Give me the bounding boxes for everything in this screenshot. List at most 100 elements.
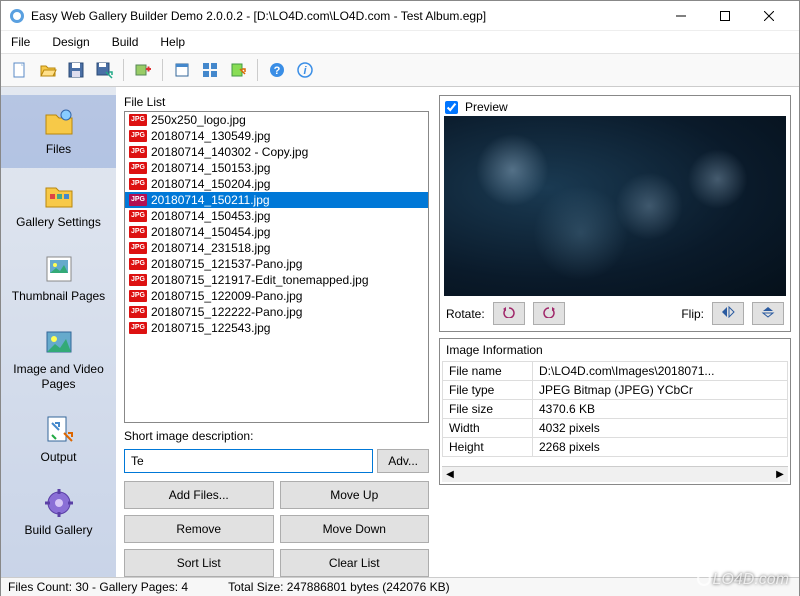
file-list-row[interactable]: JPG20180715_121537-Pano.jpg (125, 256, 428, 272)
file-list-row[interactable]: JPG 20180715_122222-Pano.jpg (125, 304, 428, 320)
file-list-row[interactable]: JPG20180714_150204.jpg (125, 176, 428, 192)
file-list-row[interactable]: JPG20180714_140302 - Copy.jpg (125, 144, 428, 160)
flip-vertical-button[interactable] (752, 302, 784, 325)
info-row: File nameD:\LO4D.com\Images\2018071... (443, 362, 788, 381)
preview-label: Preview (465, 100, 508, 114)
status-files-count: Files Count: 30 - Gallery Pages: 4 (8, 580, 188, 594)
file-name: 20180715_122009-Pano.jpg (151, 289, 302, 303)
adv-button[interactable]: Adv... (377, 449, 429, 473)
file-list-row[interactable]: JPG 20180714_130549.jpg (125, 128, 428, 144)
sidebar-item-gallery-settings[interactable]: Gallery Settings (1, 168, 116, 241)
sidebar-item-output[interactable]: Output (1, 403, 116, 476)
file-name: 20180714_150153.jpg (151, 161, 270, 175)
rotate-cw-button[interactable] (533, 302, 565, 325)
info-row: File size4370.6 KB (443, 400, 788, 419)
app-icon (9, 8, 25, 24)
help-tool[interactable]: ? (264, 57, 290, 83)
file-name: 20180715_122543.jpg (151, 321, 270, 335)
file-list-row[interactable]: JPG 20180714_150153.jpg (125, 160, 428, 176)
menu-file[interactable]: File (7, 33, 34, 51)
sidebar-item-image-video-pages[interactable]: Image and Video Pages (1, 315, 116, 403)
file-list-row[interactable]: JPG 20180715_122543.jpg (125, 320, 428, 336)
file-name: 250x250_logo.jpg (151, 113, 246, 127)
title-bar: Easy Web Gallery Builder Demo 2.0.0.2 - … (1, 1, 799, 31)
info-row: Width4032 pixels (443, 419, 788, 438)
status-total-size: Total Size: 247886801 bytes (242076 KB) (228, 580, 449, 594)
image-info-table: File nameD:\LO4D.com\Images\2018071... Fi… (442, 361, 788, 457)
info-tool[interactable]: i (292, 57, 318, 83)
remove-button[interactable]: Remove (124, 515, 274, 543)
menu-bar: File Design Build Help (1, 31, 799, 53)
file-list-row[interactable]: JPG20180714_150453.jpg (125, 208, 428, 224)
sidebar-label: Build Gallery (24, 523, 92, 537)
output-icon (42, 413, 76, 447)
description-label: Short image description: (124, 429, 429, 443)
jpg-icon: JPG (129, 130, 147, 142)
jpg-icon: JPG (129, 162, 147, 174)
clear-list-button[interactable]: Clear List (280, 549, 430, 577)
sidebar-label: Files (46, 142, 71, 156)
save-as-button[interactable] (91, 57, 117, 83)
menu-design[interactable]: Design (48, 33, 93, 51)
grid-view-tool[interactable] (197, 57, 223, 83)
file-name: 20180714_150454.jpg (151, 225, 270, 239)
jpg-icon: JPG (129, 146, 147, 158)
jpg-icon: JPG (129, 290, 147, 302)
preview-checkbox[interactable] (445, 101, 458, 114)
sort-list-button[interactable]: Sort List (124, 549, 274, 577)
info-h-scrollbar[interactable]: ◀ ▶ (442, 466, 788, 482)
move-down-button[interactable]: Move Down (280, 515, 430, 543)
rotate-ccw-button[interactable] (493, 302, 525, 325)
move-up-button[interactable]: Move Up (280, 481, 430, 509)
flip-label: Flip: (681, 307, 704, 321)
sidebar-item-thumbnail-pages[interactable]: Thumbnail Pages (1, 242, 116, 315)
scroll-left-icon[interactable]: ◀ (442, 467, 458, 483)
file-name: 20180715_122222-Pano.jpg (151, 305, 302, 319)
sidebar-label: Gallery Settings (16, 215, 101, 229)
add-files-button[interactable]: Add Files... (124, 481, 274, 509)
file-list-row[interactable]: JPG20180714_231518.jpg (125, 240, 428, 256)
menu-build[interactable]: Build (108, 33, 143, 51)
file-list-row[interactable]: JPG20180715_121917-Edit_tonemapped.jpg (125, 272, 428, 288)
scroll-right-icon[interactable]: ▶ (772, 467, 788, 483)
files-icon (42, 105, 76, 139)
file-list-row[interactable]: JPG 250x250_logo.jpg (125, 112, 428, 128)
jpg-icon: JPG (129, 226, 147, 238)
sidebar-item-files[interactable]: Files (1, 95, 116, 168)
page-view-tool[interactable] (169, 57, 195, 83)
flip-horizontal-button[interactable] (712, 302, 744, 325)
jpg-icon: JPG (129, 114, 147, 126)
open-button[interactable] (35, 57, 61, 83)
rotate-label: Rotate: (446, 307, 485, 321)
maximize-button[interactable] (703, 2, 747, 30)
file-list-row[interactable]: JPG 20180715_122009-Pano.jpg (125, 288, 428, 304)
status-bar: Files Count: 30 - Gallery Pages: 4 Total… (1, 577, 799, 596)
svg-text:i: i (303, 65, 307, 77)
file-name: 20180714_150204.jpg (151, 177, 270, 191)
close-button[interactable] (747, 2, 791, 30)
sidebar-label: Thumbnail Pages (12, 289, 105, 303)
file-list-row[interactable]: JPG20180714_150211.jpg (125, 192, 428, 208)
image-info-label: Image Information (442, 341, 788, 359)
description-input[interactable] (124, 449, 373, 473)
toolbar: ? i (1, 53, 799, 87)
new-button[interactable] (7, 57, 33, 83)
build-tool[interactable] (225, 57, 251, 83)
save-button[interactable] (63, 57, 89, 83)
info-row: Height2268 pixels (443, 438, 788, 457)
jpg-icon: JPG (129, 322, 147, 334)
file-name: 20180715_121917-Edit_tonemapped.jpg (151, 273, 369, 287)
gallery-settings-icon (42, 178, 76, 212)
sidebar-label: Output (40, 450, 76, 464)
file-name: 20180714_130549.jpg (151, 129, 270, 143)
window-title: Easy Web Gallery Builder Demo 2.0.0.2 - … (31, 9, 659, 23)
sidebar-item-build-gallery[interactable]: Build Gallery (1, 476, 116, 549)
add-files-tool[interactable] (130, 57, 156, 83)
minimize-button[interactable] (659, 2, 703, 30)
file-list-row[interactable]: JPG 20180714_150454.jpg (125, 224, 428, 240)
jpg-icon: JPG (129, 306, 147, 318)
sidebar-label: Image and Video Pages (5, 362, 112, 391)
jpg-icon: JPG (129, 210, 147, 222)
file-list[interactable]: JPG 250x250_logo.jpg JPG 20180714_130549.jp… (124, 111, 429, 423)
menu-help[interactable]: Help (156, 33, 189, 51)
